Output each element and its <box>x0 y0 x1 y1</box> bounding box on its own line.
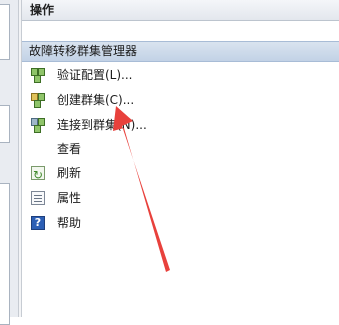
properties-icon <box>31 191 45 205</box>
connect-cluster-icon <box>31 118 45 133</box>
left-panel-box <box>0 4 10 60</box>
navigation-pane <box>0 0 18 325</box>
create-cluster-icon <box>31 93 45 108</box>
action-label: 刷新 <box>57 166 82 180</box>
actions-pane: 操作 故障转移群集管理器 验证配置(L)... 创建群集(C)... 连接到群集… <box>22 0 339 317</box>
left-panel-box <box>0 105 10 143</box>
validate-config-icon <box>31 68 45 83</box>
actions-pane-header: 操作 <box>22 0 339 21</box>
left-panel-box <box>0 183 10 325</box>
action-label: 创建群集(C)... <box>57 93 135 107</box>
action-label: 属性 <box>57 191 82 205</box>
action-label: 帮助 <box>57 216 82 230</box>
help-icon: ? <box>31 216 45 230</box>
action-label: 验证配置(L)... <box>57 68 133 82</box>
actions-section-title[interactable]: 故障转移群集管理器 <box>22 41 339 62</box>
refresh-icon <box>31 164 45 186</box>
action-label: 查看 <box>57 142 82 156</box>
action-label: 连接到群集(N)... <box>57 118 147 132</box>
